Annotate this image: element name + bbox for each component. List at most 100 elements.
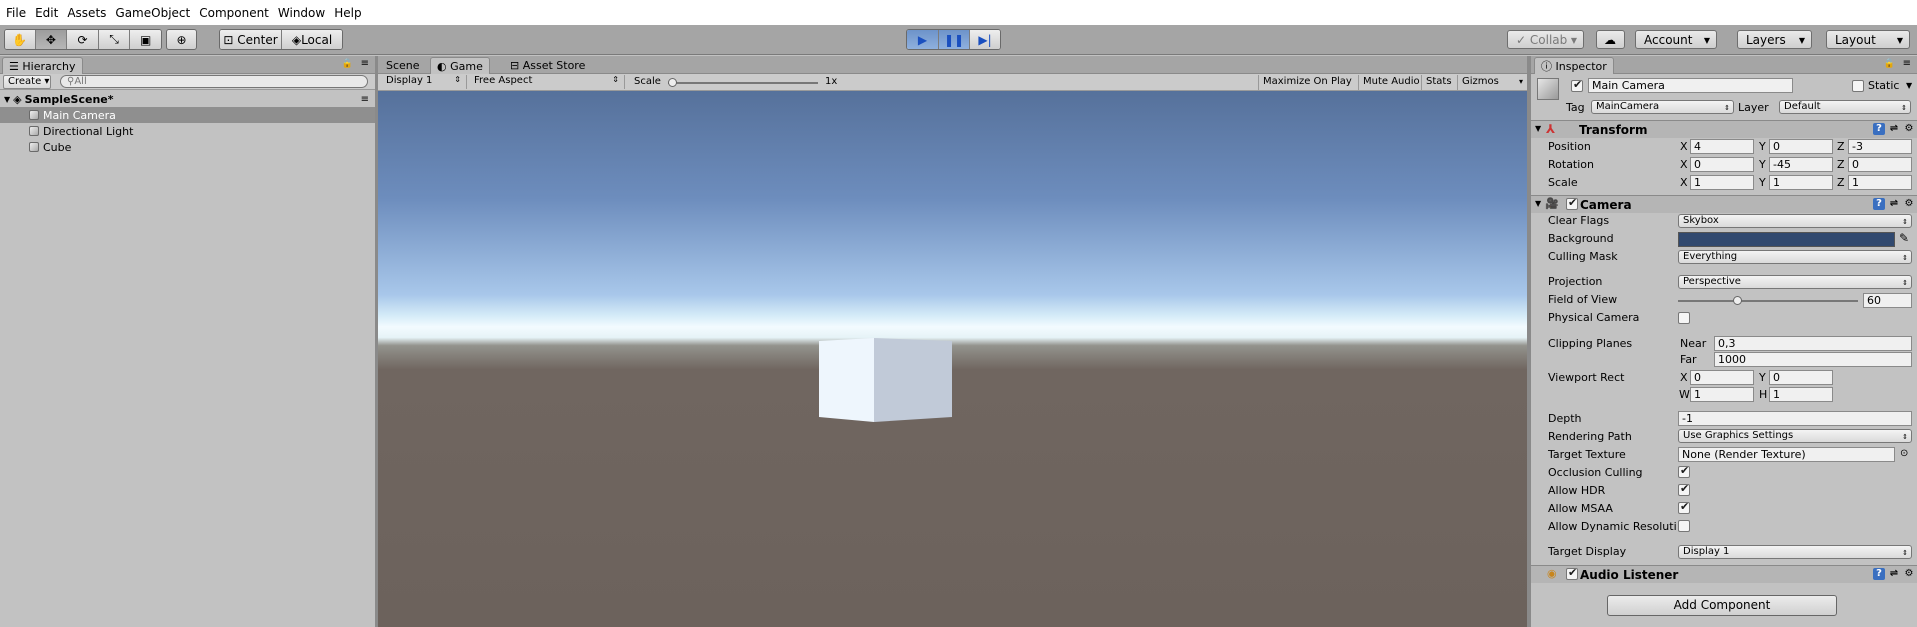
- camera-header[interactable]: ▼ 🎥 Camera ?⇌⚙: [1531, 195, 1917, 213]
- scene-row[interactable]: ▼ ◈ SampleScene* ≡: [0, 91, 375, 107]
- add-component-button[interactable]: Add Component: [1607, 595, 1837, 616]
- position-z-field[interactable]: -3: [1848, 139, 1912, 154]
- menu-window[interactable]: Window: [276, 6, 332, 20]
- eyedropper-icon[interactable]: ✎: [1899, 231, 1909, 245]
- menu-component[interactable]: Component: [197, 6, 276, 20]
- msaa-checkbox[interactable]: [1678, 500, 1690, 514]
- physical-camera-checkbox[interactable]: [1678, 312, 1690, 324]
- position-y-field[interactable]: 0: [1769, 139, 1833, 154]
- menu-icon[interactable]: ≡: [361, 58, 369, 69]
- scale-tool-button[interactable]: ⤡: [98, 30, 131, 49]
- rotation-x-field[interactable]: 0: [1690, 157, 1754, 172]
- tab-game[interactable]: ◐ Game: [430, 57, 490, 74]
- tab-inspector[interactable]: ⓘ Inspector: [1534, 57, 1614, 74]
- lock-icon[interactable]: 🔒: [1884, 59, 1895, 69]
- hierarchy-item[interactable]: Cube: [0, 139, 375, 155]
- scene-menu-icon[interactable]: ≡: [361, 94, 369, 105]
- rendering-path-dropdown[interactable]: Use Graphics Settings ⇕: [1678, 429, 1912, 443]
- static-checkbox[interactable]: [1852, 80, 1864, 92]
- tab-scene[interactable]: Scene: [380, 57, 426, 74]
- clear-flags-dropdown[interactable]: Skybox ⇕: [1678, 214, 1912, 228]
- cloud-button[interactable]: ☁: [1596, 30, 1625, 49]
- hierarchy-item[interactable]: Main Camera: [0, 107, 375, 123]
- collapse-arrow-icon[interactable]: ▼: [1535, 199, 1541, 208]
- transform-all-tool-button[interactable]: ⊕: [166, 29, 197, 50]
- hdr-checkbox[interactable]: [1678, 482, 1690, 496]
- menu-edit[interactable]: Edit: [33, 6, 65, 20]
- fov-field[interactable]: 60: [1863, 293, 1912, 308]
- occlusion-checkbox[interactable]: [1678, 464, 1690, 478]
- object-name-field[interactable]: Main Camera: [1588, 78, 1793, 93]
- near-field[interactable]: 0,3: [1714, 336, 1912, 351]
- tab-asset-store[interactable]: ⊟ Asset Store: [504, 57, 591, 74]
- menu-gameobject[interactable]: GameObject: [113, 6, 197, 20]
- gear-icon[interactable]: ⚙: [1903, 123, 1915, 135]
- lock-icon[interactable]: 🔒: [342, 59, 353, 69]
- camera-enabled-checkbox[interactable]: [1566, 196, 1578, 210]
- object-picker-icon[interactable]: ⊙: [1900, 448, 1908, 459]
- hand-tool-button[interactable]: ✋: [5, 30, 36, 49]
- gizmos-dropdown[interactable]: Gizmos ▾: [1457, 75, 1527, 90]
- scale-slider-thumb[interactable]: [668, 78, 677, 87]
- preset-icon[interactable]: ⇌: [1888, 198, 1900, 210]
- transform-header[interactable]: ▼ ⅄ Transform ? ⇌ ⚙: [1531, 120, 1917, 138]
- help-icon[interactable]: ?: [1873, 123, 1885, 135]
- position-x-field[interactable]: 4: [1690, 139, 1754, 154]
- target-display-dropdown[interactable]: Display 1 ⇕: [1678, 545, 1912, 559]
- pause-button[interactable]: ❚❚: [939, 30, 970, 49]
- fov-slider-track[interactable]: [1678, 300, 1858, 302]
- viewport-h-field[interactable]: 1: [1769, 387, 1833, 402]
- collab-dropdown[interactable]: ✓ Collab ▼: [1507, 30, 1584, 49]
- help-icon[interactable]: ?: [1873, 568, 1885, 580]
- layer-dropdown[interactable]: Default ⇕: [1779, 100, 1911, 114]
- projection-dropdown[interactable]: Perspective ⇕: [1678, 275, 1912, 289]
- menu-help[interactable]: Help: [332, 6, 368, 20]
- menu-assets[interactable]: Assets: [65, 6, 113, 20]
- expand-arrow-icon[interactable]: ▼: [4, 95, 10, 104]
- preset-icon[interactable]: ⇌: [1888, 123, 1900, 135]
- move-tool-button[interactable]: ✥: [35, 30, 68, 49]
- depth-field[interactable]: -1: [1678, 411, 1912, 426]
- hierarchy-search-input[interactable]: ⚲All: [60, 75, 368, 88]
- pivot-center-button[interactable]: ⊡ Center: [220, 30, 282, 49]
- dynamic-resolution-checkbox[interactable]: [1678, 520, 1690, 532]
- fov-slider-thumb[interactable]: [1733, 296, 1743, 305]
- preset-icon[interactable]: ⇌: [1888, 568, 1900, 580]
- menu-file[interactable]: File: [4, 6, 33, 20]
- pivot-local-button[interactable]: ◈ Local: [282, 30, 342, 49]
- game-viewport[interactable]: [378, 91, 1527, 627]
- collapse-arrow-icon[interactable]: ▼: [1535, 124, 1541, 133]
- rect-tool-button[interactable]: ▣: [130, 30, 161, 49]
- rotation-y-field[interactable]: -45: [1769, 157, 1833, 172]
- maximize-on-play-button[interactable]: Maximize On Play: [1258, 75, 1356, 90]
- gear-icon[interactable]: ⚙: [1903, 198, 1915, 210]
- account-dropdown[interactable]: Account ▼: [1635, 30, 1717, 49]
- culling-mask-dropdown[interactable]: Everything ⇕: [1678, 250, 1912, 264]
- create-dropdown[interactable]: Create ▾: [3, 75, 51, 89]
- mute-audio-button[interactable]: Mute Audio: [1358, 75, 1424, 90]
- layout-dropdown[interactable]: Layout ▼: [1826, 30, 1910, 49]
- layers-dropdown[interactable]: Layers ▼: [1737, 30, 1812, 49]
- help-icon[interactable]: ?: [1873, 198, 1885, 210]
- display-dropdown[interactable]: Display 1 ⇕: [382, 75, 467, 89]
- far-field[interactable]: 1000: [1714, 352, 1912, 367]
- hierarchy-item[interactable]: Directional Light: [0, 123, 375, 139]
- menu-icon[interactable]: ≡: [1903, 58, 1911, 69]
- viewport-x-field[interactable]: 0: [1690, 370, 1754, 385]
- target-texture-field[interactable]: None (Render Texture): [1678, 447, 1895, 462]
- viewport-y-field[interactable]: 0: [1769, 370, 1833, 385]
- scale-y-field[interactable]: 1: [1769, 175, 1833, 190]
- stats-button[interactable]: Stats: [1421, 75, 1456, 90]
- tag-dropdown[interactable]: MainCamera ⇕: [1591, 100, 1734, 114]
- gear-icon[interactable]: ⚙: [1903, 568, 1915, 580]
- audio-listener-header[interactable]: ◉ Audio Listener ?⇌⚙: [1531, 565, 1917, 583]
- active-checkbox[interactable]: [1571, 78, 1583, 92]
- viewport-w-field[interactable]: 1: [1690, 387, 1754, 402]
- scale-x-field[interactable]: 1: [1690, 175, 1754, 190]
- aspect-dropdown[interactable]: Free Aspect ⇕: [471, 75, 625, 89]
- tab-hierarchy[interactable]: ☰ Hierarchy: [2, 57, 83, 74]
- step-button[interactable]: ▶|: [970, 30, 1000, 49]
- scale-z-field[interactable]: 1: [1848, 175, 1912, 190]
- dropdown-arrow-icon[interactable]: ▼: [1906, 81, 1912, 90]
- play-button[interactable]: ▶: [907, 30, 939, 49]
